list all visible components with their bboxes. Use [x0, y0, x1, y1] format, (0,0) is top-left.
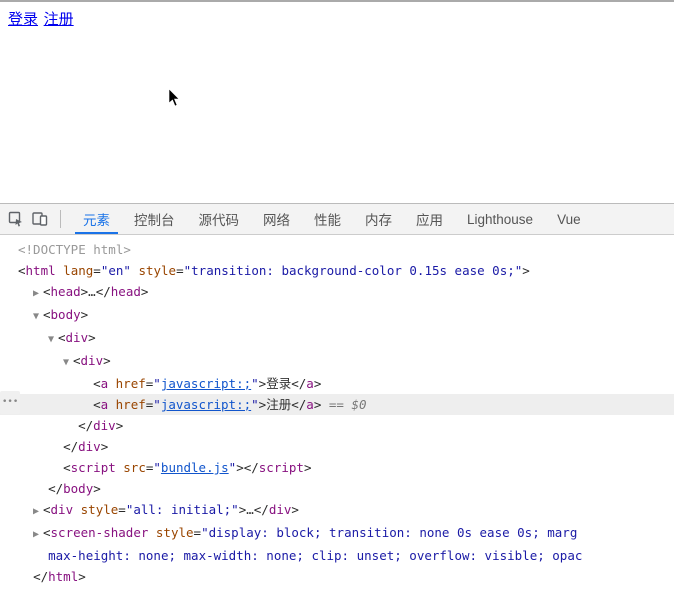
devtools-toolbar: 元素 控制台 源代码 网络 性能 内存 应用 Lighthouse Vue — [0, 204, 674, 235]
register-link[interactable]: 注册 — [44, 11, 74, 28]
inspect-icon[interactable] — [6, 209, 26, 229]
dom-node-div-outer[interactable]: ▼<div> — [0, 327, 674, 350]
dom-node-html[interactable]: <html lang="en" style="transition: backg… — [0, 260, 674, 281]
dom-node-a-register[interactable]: <a href="javascript:;">注册</a> == $0 — [0, 394, 674, 415]
login-link[interactable]: 登录 — [8, 11, 38, 28]
tab-application[interactable]: 应用 — [404, 204, 455, 234]
devtools-tabs: 元素 控制台 源代码 网络 性能 内存 应用 Lighthouse Vue — [71, 204, 593, 234]
dom-node-screen-shader[interactable]: ▶<screen-shader style="display: block; t… — [0, 522, 674, 545]
tab-lighthouse[interactable]: Lighthouse — [455, 204, 545, 234]
page-content-area: 登录 注册 — [0, 0, 674, 203]
tab-console[interactable]: 控制台 — [122, 204, 187, 234]
dom-node-div-inner-close[interactable]: </div> — [0, 415, 674, 436]
tab-network[interactable]: 网络 — [251, 204, 302, 234]
dom-node-html-close[interactable]: </html> — [0, 566, 674, 587]
dom-node-a-login[interactable]: <a href="javascript:;">登录</a> — [0, 373, 674, 394]
device-toolbar-icon[interactable] — [30, 209, 50, 229]
mouse-cursor — [169, 89, 181, 107]
dom-node-head[interactable]: ▶<head>…</head> — [0, 281, 674, 304]
dom-node-div-inner[interactable]: ▼<div> — [0, 350, 674, 373]
dom-node-extra-div[interactable]: ▶<div style="all: initial;">…</div> — [0, 499, 674, 522]
dom-node-body-close[interactable]: </body> — [0, 478, 674, 499]
dom-node-doctype[interactable]: <!DOCTYPE html> — [0, 239, 674, 260]
tab-memory[interactable]: 内存 — [353, 204, 404, 234]
dom-node-script[interactable]: <script src="bundle.js"></script> — [0, 457, 674, 478]
tab-sources[interactable]: 源代码 — [187, 204, 252, 234]
toolbar-divider — [60, 210, 61, 228]
tab-performance[interactable]: 性能 — [302, 204, 353, 234]
dom-node-screen-shader-cont[interactable]: max-height: none; max-width: none; clip:… — [0, 545, 674, 566]
devtools-panel: 元素 控制台 源代码 网络 性能 内存 应用 Lighthouse Vue ••… — [0, 203, 674, 597]
gutter-ellipsis-icon[interactable]: ••• — [0, 391, 20, 414]
dom-node-body[interactable]: ▼<body> — [0, 304, 674, 327]
dom-node-div-outer-close[interactable]: </div> — [0, 436, 674, 457]
tab-vue[interactable]: Vue — [545, 204, 593, 234]
elements-dom-tree[interactable]: ••• <!DOCTYPE html> <html lang="en" styl… — [0, 235, 674, 597]
tab-elements[interactable]: 元素 — [71, 204, 122, 234]
